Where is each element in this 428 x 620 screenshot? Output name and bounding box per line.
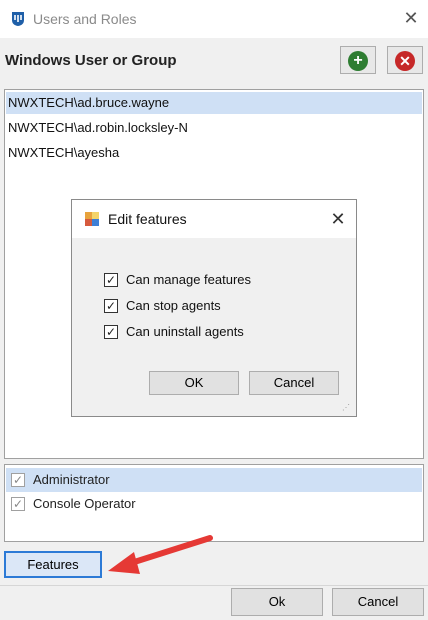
option-label: Can uninstall agents <box>126 324 244 339</box>
window-title: Users and Roles <box>33 11 137 27</box>
role-label: Administrator <box>33 472 110 487</box>
list-item[interactable]: NWXTECH\ayesha <box>6 142 422 164</box>
features-button[interactable]: Features <box>4 551 102 578</box>
list-item[interactable]: NWXTECH\ad.robin.locksley-N <box>6 117 422 139</box>
list-item[interactable]: NWXTECH\ad.bruce.wayne <box>6 92 422 114</box>
add-icon: + <box>348 51 368 71</box>
checkbox[interactable]: ✓ <box>104 325 118 339</box>
checkbox[interactable]: ✓ <box>104 273 118 287</box>
dialog-close-icon[interactable]: ✕ <box>328 209 348 229</box>
role-label: Console Operator <box>33 496 136 511</box>
edit-features-dialog: Edit features ✕ ✓ Can manage features ✓ … <box>71 199 357 417</box>
annotation-arrow-icon <box>108 535 213 574</box>
resize-grip-icon[interactable]: ⋰ <box>342 402 354 414</box>
close-icon[interactable]: ✕ <box>402 8 420 28</box>
checkbox[interactable]: ✓ <box>11 497 25 511</box>
option-label: Can manage features <box>126 272 252 287</box>
ok-button[interactable]: Ok <box>231 588 323 616</box>
dialog-cancel-button[interactable]: Cancel <box>249 371 339 395</box>
role-item-administrator[interactable]: ✓ Administrator <box>6 468 422 492</box>
remove-user-button[interactable]: ✕ <box>387 46 423 74</box>
divider <box>0 585 428 586</box>
app-shield-icon <box>12 12 24 26</box>
option-label: Can stop agents <box>126 298 221 313</box>
role-item-console-operator[interactable]: ✓ Console Operator <box>6 492 422 516</box>
features-icon <box>85 212 99 226</box>
section-title: Windows User or Group <box>5 52 177 69</box>
add-user-button[interactable]: + <box>340 46 376 74</box>
checkbox[interactable]: ✓ <box>11 473 25 487</box>
checkbox[interactable]: ✓ <box>104 299 118 313</box>
cancel-button[interactable]: Cancel <box>332 588 424 616</box>
dialog-title: Edit features <box>108 211 187 227</box>
dialog-ok-button[interactable]: OK <box>149 371 239 395</box>
remove-icon: ✕ <box>395 51 415 71</box>
